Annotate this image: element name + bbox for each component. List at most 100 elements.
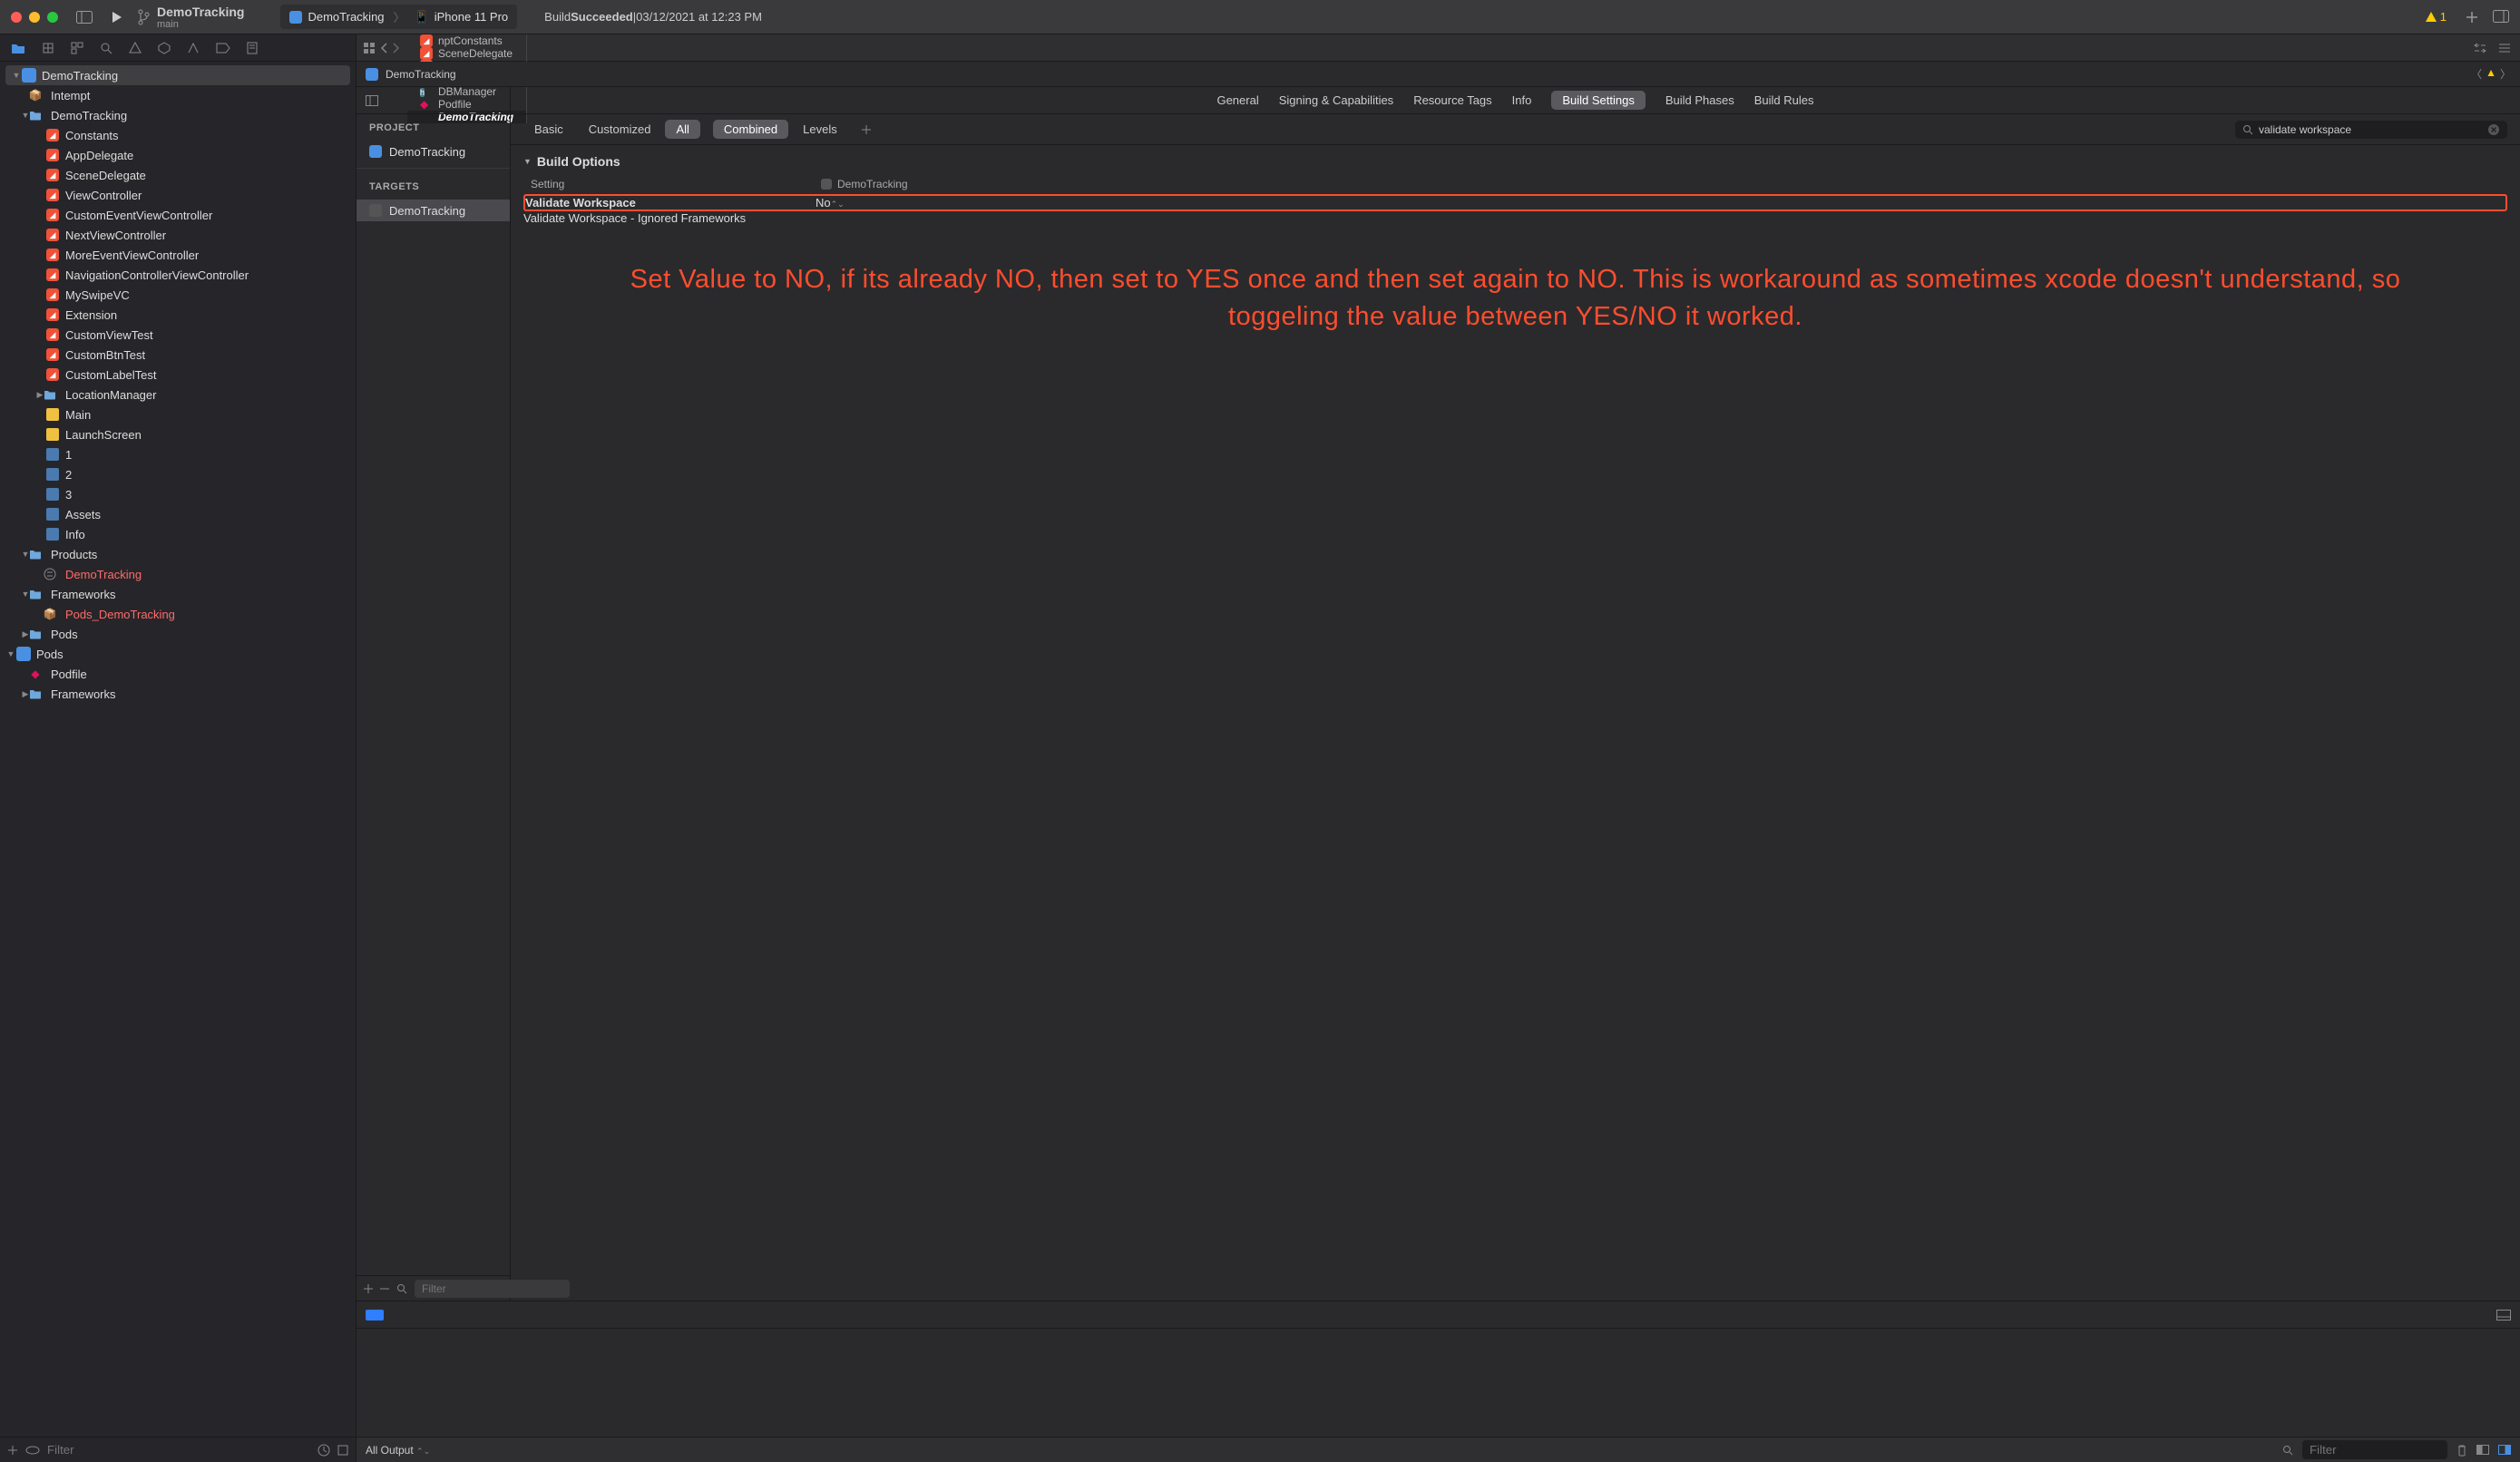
tree-item[interactable]: ◢NavigationControllerViewController [0,265,356,285]
tree-item[interactable]: Info [0,524,356,544]
warning-indicator-icon[interactable]: ▲ [2486,66,2496,82]
console-area[interactable] [357,1328,2520,1437]
remove-target-button[interactable] [380,1284,389,1293]
filter-input[interactable] [47,1443,310,1457]
next-issue-button[interactable]: 〉 [2500,66,2511,82]
issue-navigator-icon[interactable] [129,42,142,54]
tree-item[interactable]: ◢AppDelegate [0,145,356,165]
close-window-button[interactable] [11,12,22,23]
settings-tab[interactable]: Build Phases [1665,93,1734,107]
maximize-window-button[interactable] [47,12,58,23]
settings-tab[interactable]: Build Rules [1754,93,1814,107]
tree-item[interactable]: 📦Intempt [0,85,356,105]
tree-item[interactable]: ▼Frameworks [0,584,356,604]
add-target-button[interactable] [364,1284,373,1293]
breakpoint-toggle[interactable] [366,1310,384,1321]
library-button[interactable] [2493,10,2509,24]
tree-item[interactable]: 1 [0,444,356,464]
clear-search-button[interactable] [2487,123,2500,136]
tree-item[interactable]: ◢MoreEventViewController [0,245,356,265]
adjust-icon[interactable] [2498,43,2511,54]
segment-option[interactable]: Combined [713,120,788,139]
tree-item[interactable]: ◢MySwipeVC [0,285,356,305]
breakpoint-navigator-icon[interactable] [216,43,230,54]
tree-item[interactable]: ◢CustomEventViewController [0,205,356,225]
setting-value[interactable]: No⌃⌄ [816,196,2505,210]
setting-row[interactable]: Validate WorkspaceNo⌃⌄ [523,194,2507,211]
scheme-selector[interactable]: DemoTracking 〉 📱 iPhone 11 Pro [280,5,517,29]
tree-item[interactable]: ◆Podfile [0,664,356,684]
find-navigator-icon[interactable] [100,42,112,54]
branch-info[interactable]: DemoTracking main [137,5,244,30]
tree-item[interactable]: Main [0,404,356,424]
toggle-console-button[interactable] [2496,1310,2511,1321]
segment-option[interactable]: Basic [523,120,574,139]
tree-item[interactable]: DemoTracking [0,564,356,584]
editor-tab[interactable]: ◢SceneDelegate [407,47,527,60]
right-pane-button[interactable] [2498,1445,2511,1455]
tree-item[interactable]: 3 [0,484,356,504]
outline-target-item[interactable]: DemoTracking [357,200,510,221]
breadcrumb-project[interactable]: DemoTracking [386,68,456,81]
add-file-button[interactable] [7,1445,18,1456]
activity-status[interactable]: Build Succeeded | 03/12/2021 at 12:23 PM… [544,10,2447,24]
warning-badge[interactable]: 1 [2425,10,2447,24]
trash-button[interactable] [2457,1444,2467,1457]
tab-back-button[interactable] [380,43,387,54]
settings-tab[interactable]: Info [1512,93,1532,107]
segment-option[interactable]: Levels [792,120,848,139]
tree-item[interactable]: ▼Products [0,544,356,564]
tree-item[interactable]: ▼DemoTracking [0,105,356,125]
tree-item[interactable]: 📦Pods_DemoTracking [0,604,356,624]
settings-tab[interactable]: Resource Tags [1413,93,1491,107]
outline-project-item[interactable]: DemoTracking [357,141,510,162]
tree-item[interactable]: 2 [0,464,356,484]
add-setting-button[interactable] [861,124,872,135]
tree-item[interactable]: ◢CustomBtnTest [0,345,356,365]
tree-root-project[interactable]: ▼ DemoTracking [5,65,350,85]
minimize-window-button[interactable] [29,12,40,23]
tab-forward-button[interactable] [393,43,400,54]
settings-tab[interactable]: Signing & Capabilities [1279,93,1393,107]
segment-option[interactable]: Customized [578,120,662,139]
segment-option[interactable]: All [665,120,699,139]
settings-search[interactable] [2235,121,2507,139]
tree-item[interactable]: ◢CustomLabelTest [0,365,356,385]
tree-item[interactable]: ▶Frameworks [0,684,356,704]
prev-issue-button[interactable]: 〈 [2471,66,2482,82]
disclosure-icon[interactable]: ▼ [11,71,22,80]
test-navigator-icon[interactable] [158,42,171,54]
output-selector[interactable]: All Output ⌃⌄ [366,1444,430,1457]
tree-item[interactable]: ◢NextViewController [0,225,356,245]
compare-icon[interactable] [2473,43,2487,54]
tree-item[interactable]: LaunchScreen [0,424,356,444]
add-button[interactable] [2465,10,2479,24]
tree-root-pods[interactable]: ▼ Pods [0,644,356,664]
tree-item[interactable]: Assets [0,504,356,524]
tree-item[interactable]: ◢SceneDelegate [0,165,356,185]
console-filter-input[interactable] [2302,1440,2447,1459]
tree-item[interactable]: ◢Extension [0,305,356,325]
settings-search-input[interactable] [2259,123,2482,136]
source-control-navigator-icon[interactable] [42,42,54,54]
tree-item[interactable]: ◢CustomViewTest [0,325,356,345]
file-tree[interactable]: ▼ DemoTracking 📦Intempt▼DemoTracking◢Con… [0,62,356,1437]
run-button[interactable] [111,11,123,24]
tree-item[interactable]: ◢Constants [0,125,356,145]
editor-tab[interactable]: ◢nptConstants [407,34,527,47]
disclosure-icon[interactable]: ▼ [5,649,16,658]
disclosure-icon[interactable]: ▼ [523,157,532,166]
left-pane-button[interactable] [2476,1445,2489,1455]
recent-icon[interactable] [317,1444,330,1457]
project-navigator-icon[interactable] [11,42,25,54]
setting-value[interactable] [814,211,2507,225]
scm-icon[interactable] [337,1445,348,1456]
settings-tab[interactable]: Build Settings [1551,91,1646,110]
outline-toggle-icon[interactable] [366,95,378,106]
toggle-navigator-button[interactable] [76,11,93,24]
debug-navigator-icon[interactable] [187,42,200,54]
tab-grid-icon[interactable] [364,43,375,54]
settings-tab[interactable]: General [1216,93,1258,107]
build-options-header[interactable]: ▼ Build Options [523,154,2507,169]
filter-scope-button[interactable] [25,1446,40,1455]
